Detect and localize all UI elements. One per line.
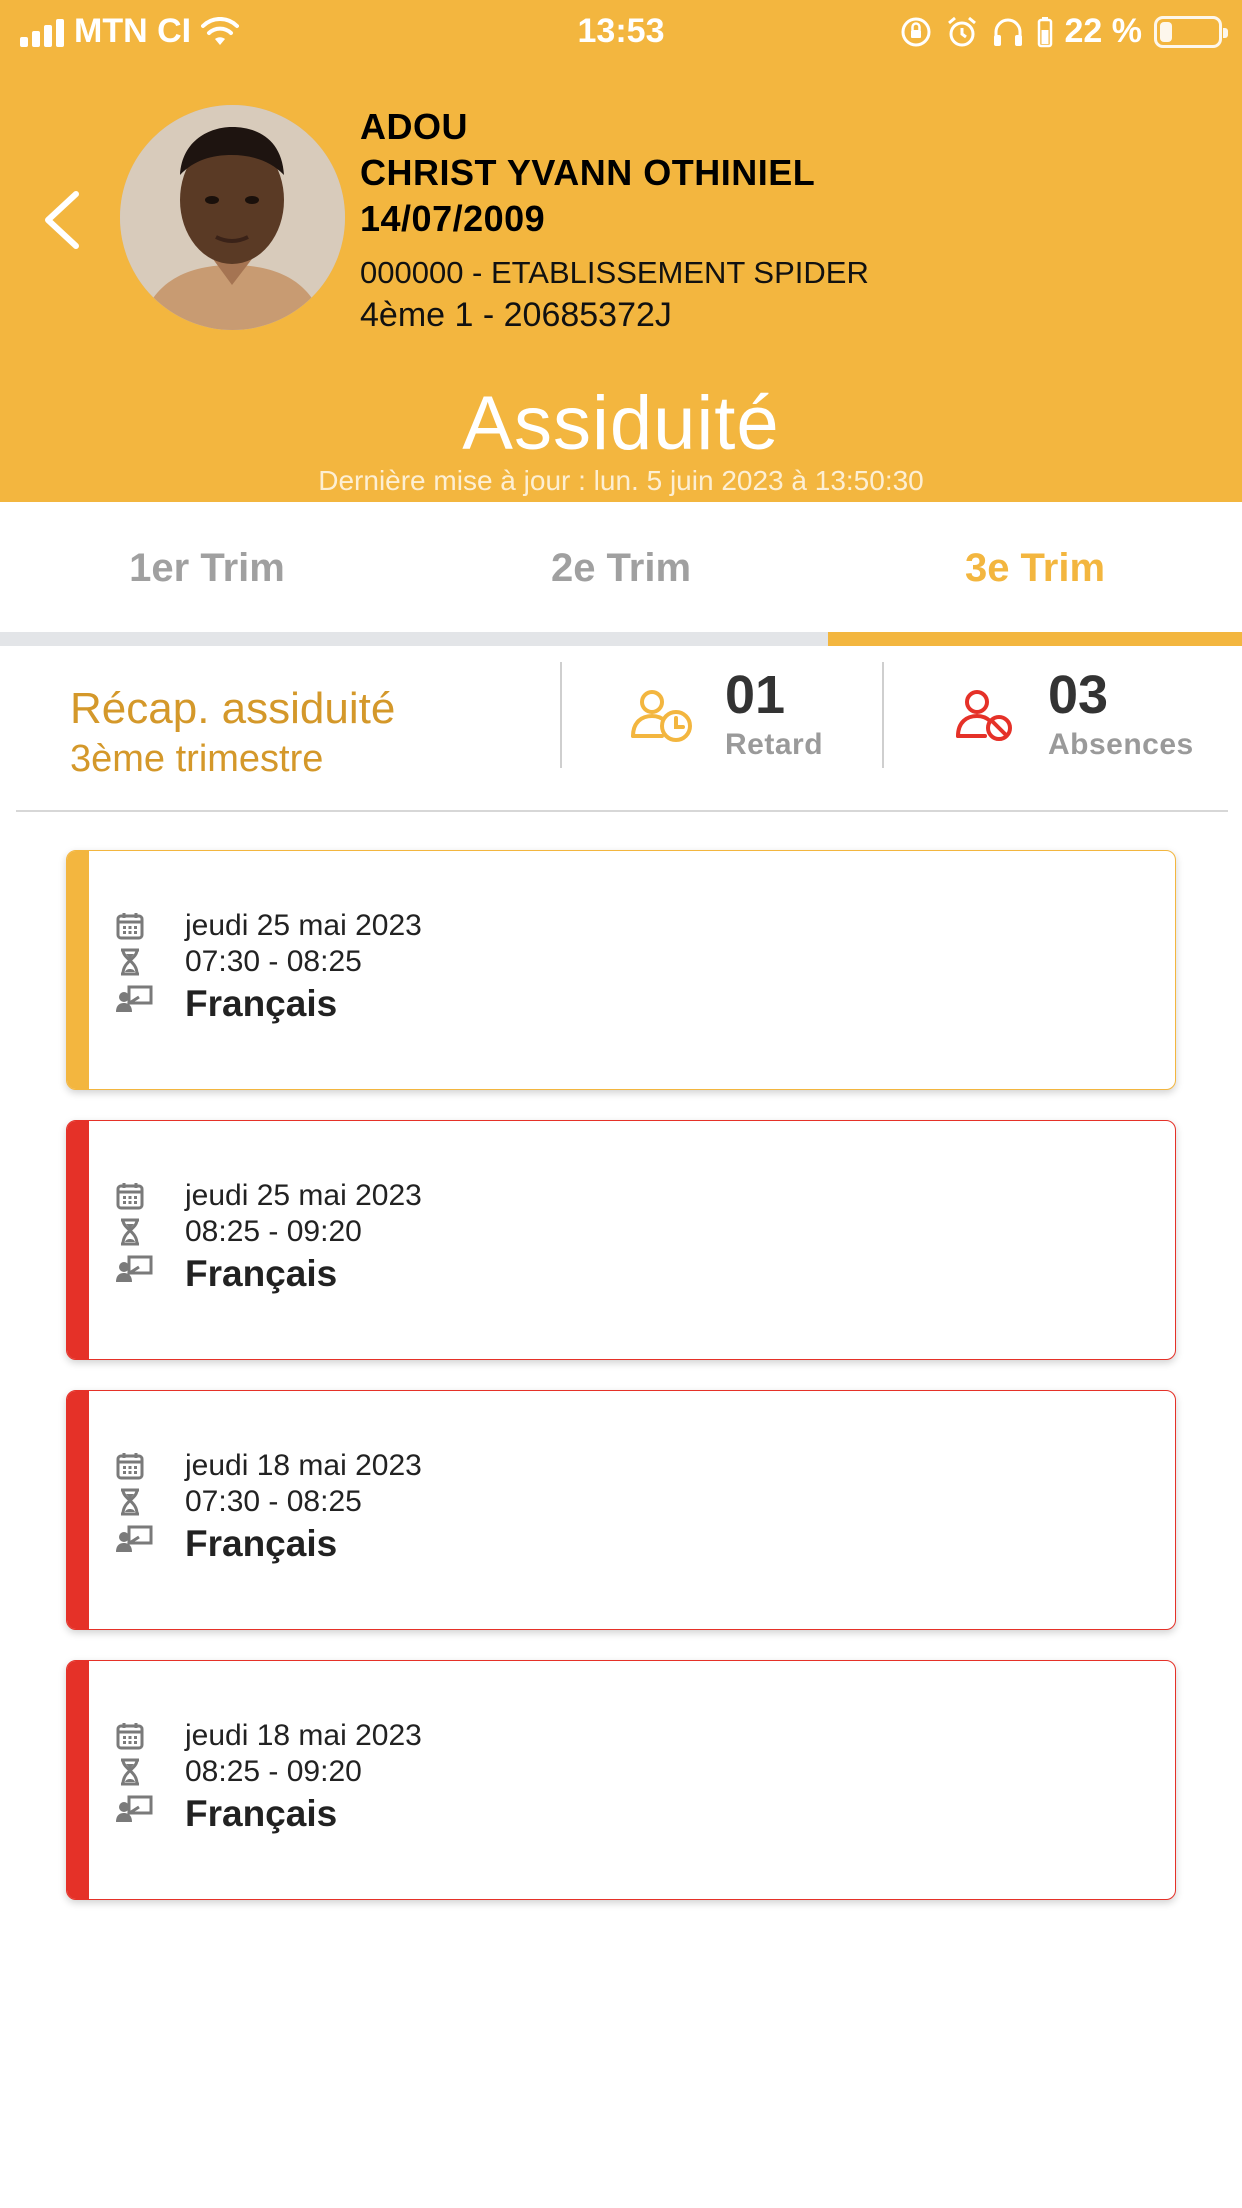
student-first-names: CHRIST YVANN OTHINIEL xyxy=(360,152,816,193)
hourglass-icon xyxy=(121,1218,139,1246)
card-status-bar xyxy=(67,1661,89,1899)
card-icons xyxy=(115,1721,155,1829)
battery-fill xyxy=(1160,21,1172,42)
attendance-recap: Récap. assiduité 3ème trimestre 01 Retar… xyxy=(0,646,1242,812)
absence-count: 03 xyxy=(1048,665,1109,725)
student-avatar xyxy=(120,105,345,330)
card-date: jeudi 25 mai 2023 xyxy=(185,1179,422,1212)
card-status-bar xyxy=(67,1391,89,1629)
card-date: jeudi 25 mai 2023 xyxy=(185,909,422,942)
late-person-clock-icon xyxy=(631,690,692,742)
card-status-bar xyxy=(67,851,89,1089)
calendar-icon xyxy=(116,1183,144,1210)
late-label: Retard xyxy=(725,728,824,761)
hourglass-icon xyxy=(121,1488,139,1516)
headphones-icon xyxy=(993,18,1022,46)
orientation-lock-icon xyxy=(901,17,930,46)
recap-title: Récap. assiduité xyxy=(70,684,396,733)
student-birth-date: 14/07/2009 xyxy=(360,198,546,239)
student-school: 000000 - ETABLISSEMENT SPIDER xyxy=(360,255,869,290)
attendance-card[interactable]: jeudi 18 mai 2023 07:30 - 08:25 Français xyxy=(66,1390,1176,1630)
card-icons xyxy=(115,1181,155,1289)
trimester-tabs: 1er Trim 2e Trim 3e Trim xyxy=(0,502,1242,646)
absence-label: Absences xyxy=(1048,728,1194,761)
student-class: 4ème 1 - 20685372J xyxy=(360,296,672,334)
status-right: 22 % xyxy=(899,12,1228,51)
card-subject: Français xyxy=(185,1793,338,1834)
tab-3e-trim[interactable]: 3e Trim xyxy=(828,502,1242,646)
calendar-icon xyxy=(116,1453,144,1480)
student-info: ADOU CHRIST YVANN OTHINIEL 14/07/2009 00… xyxy=(360,104,869,336)
avatar-image xyxy=(120,105,345,330)
header: MTN CI 13:53 22 % ADOU CHRIST YVANN OTHI… xyxy=(0,0,1242,502)
card-time: 07:30 - 08:25 xyxy=(185,945,362,978)
absence-person-blocked-icon xyxy=(956,690,1012,741)
attendance-card[interactable]: jeudi 25 mai 2023 07:30 - 08:25 Français xyxy=(66,850,1176,1090)
teacher-board-icon xyxy=(116,1795,153,1822)
late-count: 01 xyxy=(725,665,786,725)
battery-percent: 22 % xyxy=(1064,12,1143,50)
card-icons xyxy=(115,911,155,1019)
alarm-icon xyxy=(947,16,976,46)
teacher-board-icon xyxy=(116,1255,153,1282)
card-icons xyxy=(115,1451,155,1559)
card-time: 07:30 - 08:25 xyxy=(185,1485,362,1518)
teacher-board-icon xyxy=(116,985,153,1012)
last-update-text: Dernière mise à jour : lun. 5 juin 2023 … xyxy=(318,465,924,496)
card-subject: Français xyxy=(185,983,338,1024)
card-time: 08:25 - 09:20 xyxy=(185,1755,362,1788)
card-date: jeudi 18 mai 2023 xyxy=(185,1449,422,1482)
recap-bottom-divider xyxy=(16,810,1228,812)
student-last-name: ADOU xyxy=(360,106,468,147)
card-subject: Français xyxy=(185,1523,338,1564)
recap-divider xyxy=(882,662,884,768)
headphone-battery-icon xyxy=(1037,16,1052,47)
card-time: 08:25 - 09:20 xyxy=(185,1215,362,1248)
card-subject: Français xyxy=(185,1253,338,1294)
recap-divider xyxy=(560,662,562,768)
attendance-card[interactable]: jeudi 25 mai 2023 08:25 - 09:20 Français xyxy=(66,1120,1176,1360)
page-title: Assiduité xyxy=(462,381,780,466)
teacher-board-icon xyxy=(116,1525,153,1552)
battery-icon xyxy=(1154,15,1228,48)
tab-1er-trim[interactable]: 1er Trim xyxy=(0,502,414,646)
tab-active-indicator xyxy=(828,632,1242,646)
card-status-bar xyxy=(67,1121,89,1359)
calendar-icon xyxy=(116,913,144,940)
calendar-icon xyxy=(116,1723,144,1750)
chevron-left-icon xyxy=(45,191,79,249)
status-bar: MTN CI 13:53 22 % xyxy=(0,0,1242,62)
hourglass-icon xyxy=(121,1758,139,1786)
hourglass-icon xyxy=(121,948,139,976)
attendance-card[interactable]: jeudi 18 mai 2023 08:25 - 09:20 Français xyxy=(66,1660,1176,1900)
tab-2e-trim[interactable]: 2e Trim xyxy=(414,502,828,646)
back-button[interactable] xyxy=(30,180,90,260)
recap-subtitle: 3ème trimestre xyxy=(70,738,324,780)
card-date: jeudi 18 mai 2023 xyxy=(185,1719,422,1752)
